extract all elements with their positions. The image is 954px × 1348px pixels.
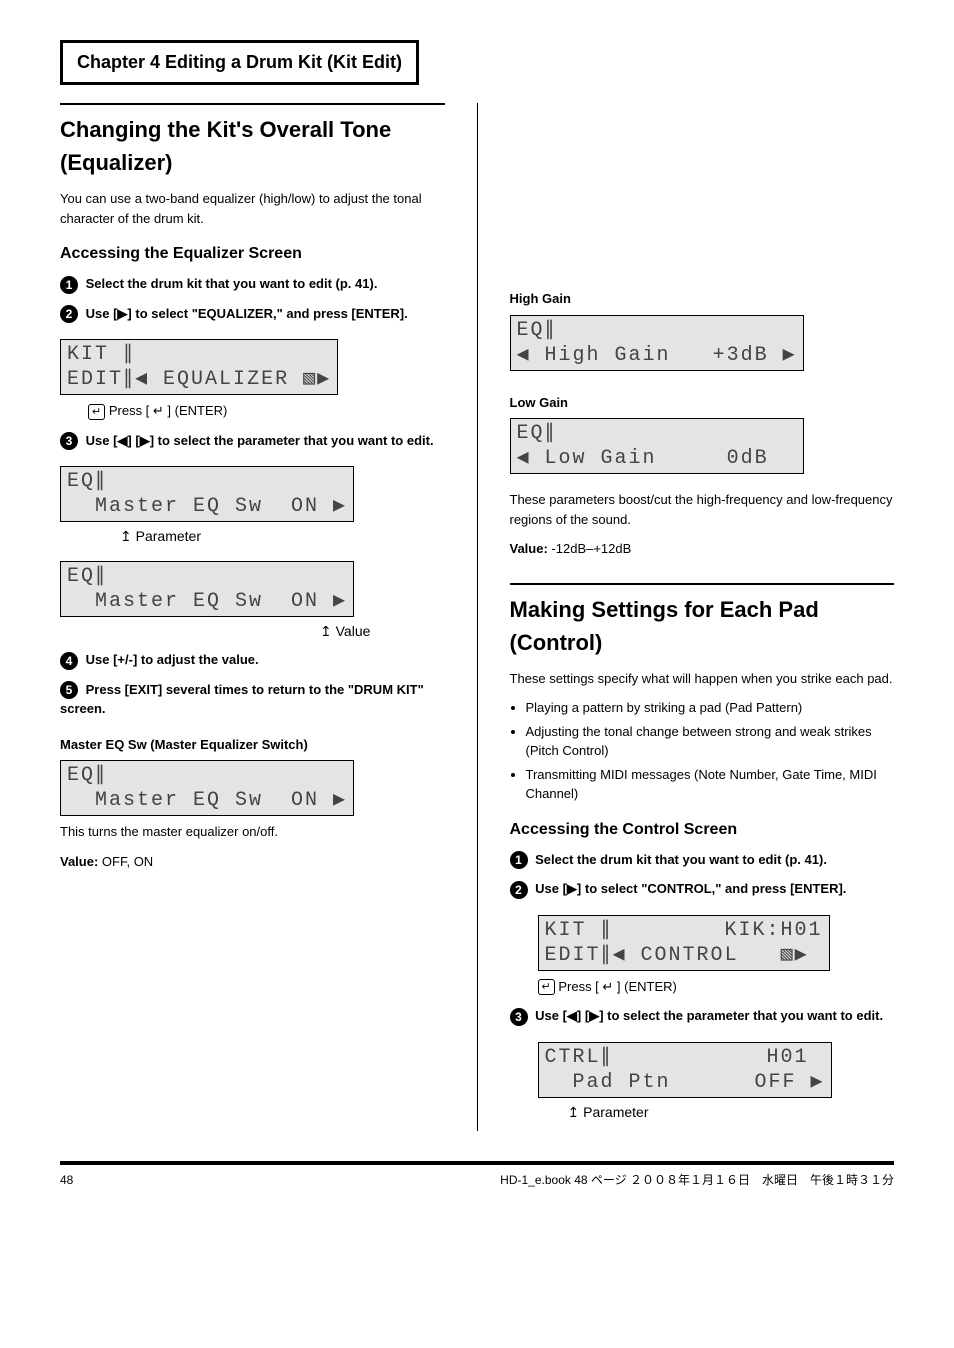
step-2-post: ] to select "EQUALIZER," and press [ENTE… xyxy=(127,306,407,321)
step-2b-post: ] to select "CONTROL," and press [ENTER]… xyxy=(577,881,846,896)
step-1b-text: Select the drum kit that you want to edi… xyxy=(535,852,827,867)
lcd-screen-eq-master-sw-param: EQ∥ Master EQ Sw ON ▶ xyxy=(60,466,354,522)
gain-desc: These parameters boost/cut the high-freq… xyxy=(510,490,895,529)
lcd-screen-eq-master-sw-value: EQ∥ Master EQ Sw ON ▶ xyxy=(60,561,354,617)
step-number-icon: 5 xyxy=(60,681,78,699)
left-arrow-icon: ◀ xyxy=(567,1008,577,1023)
step-number-icon: 4 xyxy=(60,652,78,670)
step-5-text: Press [EXIT] several times to return to … xyxy=(60,682,424,717)
param-master-eq-sw: Master EQ Sw (Master Equalizer Switch) E… xyxy=(60,735,445,872)
left-column: Changing the Kit's Overall Tone (Equaliz… xyxy=(60,103,445,1131)
intro2: These settings specify what will happen … xyxy=(510,669,895,689)
step-2b-pre: Use [ xyxy=(535,881,567,896)
step-3b-post: ] to select the parameter that you want … xyxy=(599,1008,883,1023)
step-2: 2 Use [▶] to select "EQUALIZER," and pre… xyxy=(60,304,445,324)
gain-value: Value: -12dB–+12dB xyxy=(510,539,895,559)
enter-icon: ↵ xyxy=(538,979,555,995)
bullet-pitch-control: Adjusting the tonal change between stron… xyxy=(526,722,895,761)
param-value: Value: OFF, ON xyxy=(60,852,445,872)
page-number: 48 xyxy=(60,1171,73,1189)
right-column: High Gain EQ∥◀ High Gain +3dB ▶ Low Gain… xyxy=(510,103,895,1131)
param-name: Master EQ Sw (Master Equalizer Switch) xyxy=(60,735,445,755)
param-desc: This turns the master equalizer on/off. xyxy=(60,822,445,842)
two-column-layout: Changing the Kit's Overall Tone (Equaliz… xyxy=(60,103,894,1131)
lcd-screen-kit-edit-equalizer: KIT ∥EDIT∥◀ EQUALIZER ▧▶ xyxy=(60,339,338,395)
step-3-pre: Use [ xyxy=(86,433,118,448)
bullet-pad-pattern: Playing a pattern by striking a pad (Pad… xyxy=(526,698,895,718)
step-number-icon: 2 xyxy=(510,881,528,899)
pointer-value: ↥ Value xyxy=(320,621,445,642)
step-2b: 2 Use [▶] to select "CONTROL," and press… xyxy=(510,879,895,899)
section-title-equalizer: Changing the Kit's Overall Tone (Equaliz… xyxy=(60,103,445,179)
enter-hint-2: ↵ Press [ ↵ ] (ENTER) xyxy=(538,977,895,997)
enter-icon: ↵ xyxy=(88,404,105,420)
right-arrow-icon: ▶ xyxy=(140,433,150,448)
subheading-access-eq: Accessing the Equalizer Screen xyxy=(60,242,445,266)
control-bullets: Playing a pattern by striking a pad (Pad… xyxy=(510,698,895,804)
lcd-screen-low-gain: EQ∥◀ Low Gain 0dB xyxy=(510,418,804,474)
step-1: 1 Select the drum kit that you want to e… xyxy=(60,274,445,294)
subheading-access-control: Accessing the Control Screen xyxy=(510,818,895,842)
section-title-control: Making Settings for Each Pad (Control) xyxy=(510,583,895,659)
lcd-screen-high-gain: EQ∥◀ High Gain +3dB ▶ xyxy=(510,315,804,371)
step-number-icon: 1 xyxy=(60,276,78,294)
step-3b-mid: ] [ xyxy=(577,1008,589,1023)
step-1-text: Select the drum kit that you want to edi… xyxy=(86,276,378,291)
lcd-screen-param-master-eq-sw: EQ∥ Master EQ Sw ON ▶ xyxy=(60,760,354,816)
step-2-pre: Use [ xyxy=(86,306,118,321)
doc-meta: HD-1_e.book 48 ページ ２００８年１月１６日 水曜日 午後１時３１… xyxy=(500,1171,894,1189)
step-5: 5 Press [EXIT] several times to return t… xyxy=(60,680,445,719)
step-3b-pre: Use [ xyxy=(535,1008,567,1023)
step-number-icon: 1 xyxy=(510,851,528,869)
intro-text: You can use a two-band equalizer (high/l… xyxy=(60,189,445,228)
param-low-gain: Low Gain EQ∥◀ Low Gain 0dB xyxy=(510,393,895,481)
column-divider xyxy=(477,103,478,1131)
right-arrow-icon: ▶ xyxy=(117,306,127,321)
param-name: High Gain xyxy=(510,289,895,309)
step-number-icon: 3 xyxy=(510,1008,528,1026)
enter-hint-text: Press [ ↵ ] (ENTER) xyxy=(109,403,228,418)
bullet-midi: Transmitting MIDI messages (Note Number,… xyxy=(526,765,895,804)
lcd-screen-kit-edit-control: KIT ∥ KIK:H01EDIT∥◀ CONTROL ▧▶ xyxy=(538,915,830,971)
param-name: Low Gain xyxy=(510,393,895,413)
page-footer: 48 HD-1_e.book 48 ページ ２００８年１月１６日 水曜日 午後１… xyxy=(60,1161,894,1189)
step-4: 4 Use [+/-] to adjust the value. xyxy=(60,650,445,670)
step-3-mid: ] [ xyxy=(127,433,139,448)
enter-hint-text-2: Press [ ↵ ] (ENTER) xyxy=(558,979,677,994)
lcd-screen-ctrl-pad-ptn: CTRL∥ H01 Pad Ptn OFF ▶ xyxy=(538,1042,832,1098)
step-3-post: ] to select the parameter that you want … xyxy=(150,433,434,448)
step-number-icon: 3 xyxy=(60,432,78,450)
step-3b: 3 Use [◀] [▶] to select the parameter th… xyxy=(510,1006,895,1026)
pointer-parameter-2: ↥ Parameter xyxy=(568,1102,895,1123)
step-1b: 1 Select the drum kit that you want to e… xyxy=(510,850,895,870)
step-4-text: Use [+/-] to adjust the value. xyxy=(86,652,259,667)
step-number-icon: 2 xyxy=(60,305,78,323)
right-arrow-icon: ▶ xyxy=(567,881,577,896)
enter-hint: ↵ Press [ ↵ ] (ENTER) xyxy=(88,401,445,421)
step-3: 3 Use [◀] [▶] to select the parameter th… xyxy=(60,431,445,451)
right-arrow-icon: ▶ xyxy=(589,1008,599,1023)
param-high-gain: High Gain EQ∥◀ High Gain +3dB ▶ xyxy=(510,289,895,377)
pointer-parameter: ↥ Parameter xyxy=(120,526,445,547)
chapter-header: Chapter 4 Editing a Drum Kit (Kit Edit) xyxy=(60,40,419,85)
left-arrow-icon: ◀ xyxy=(117,433,127,448)
